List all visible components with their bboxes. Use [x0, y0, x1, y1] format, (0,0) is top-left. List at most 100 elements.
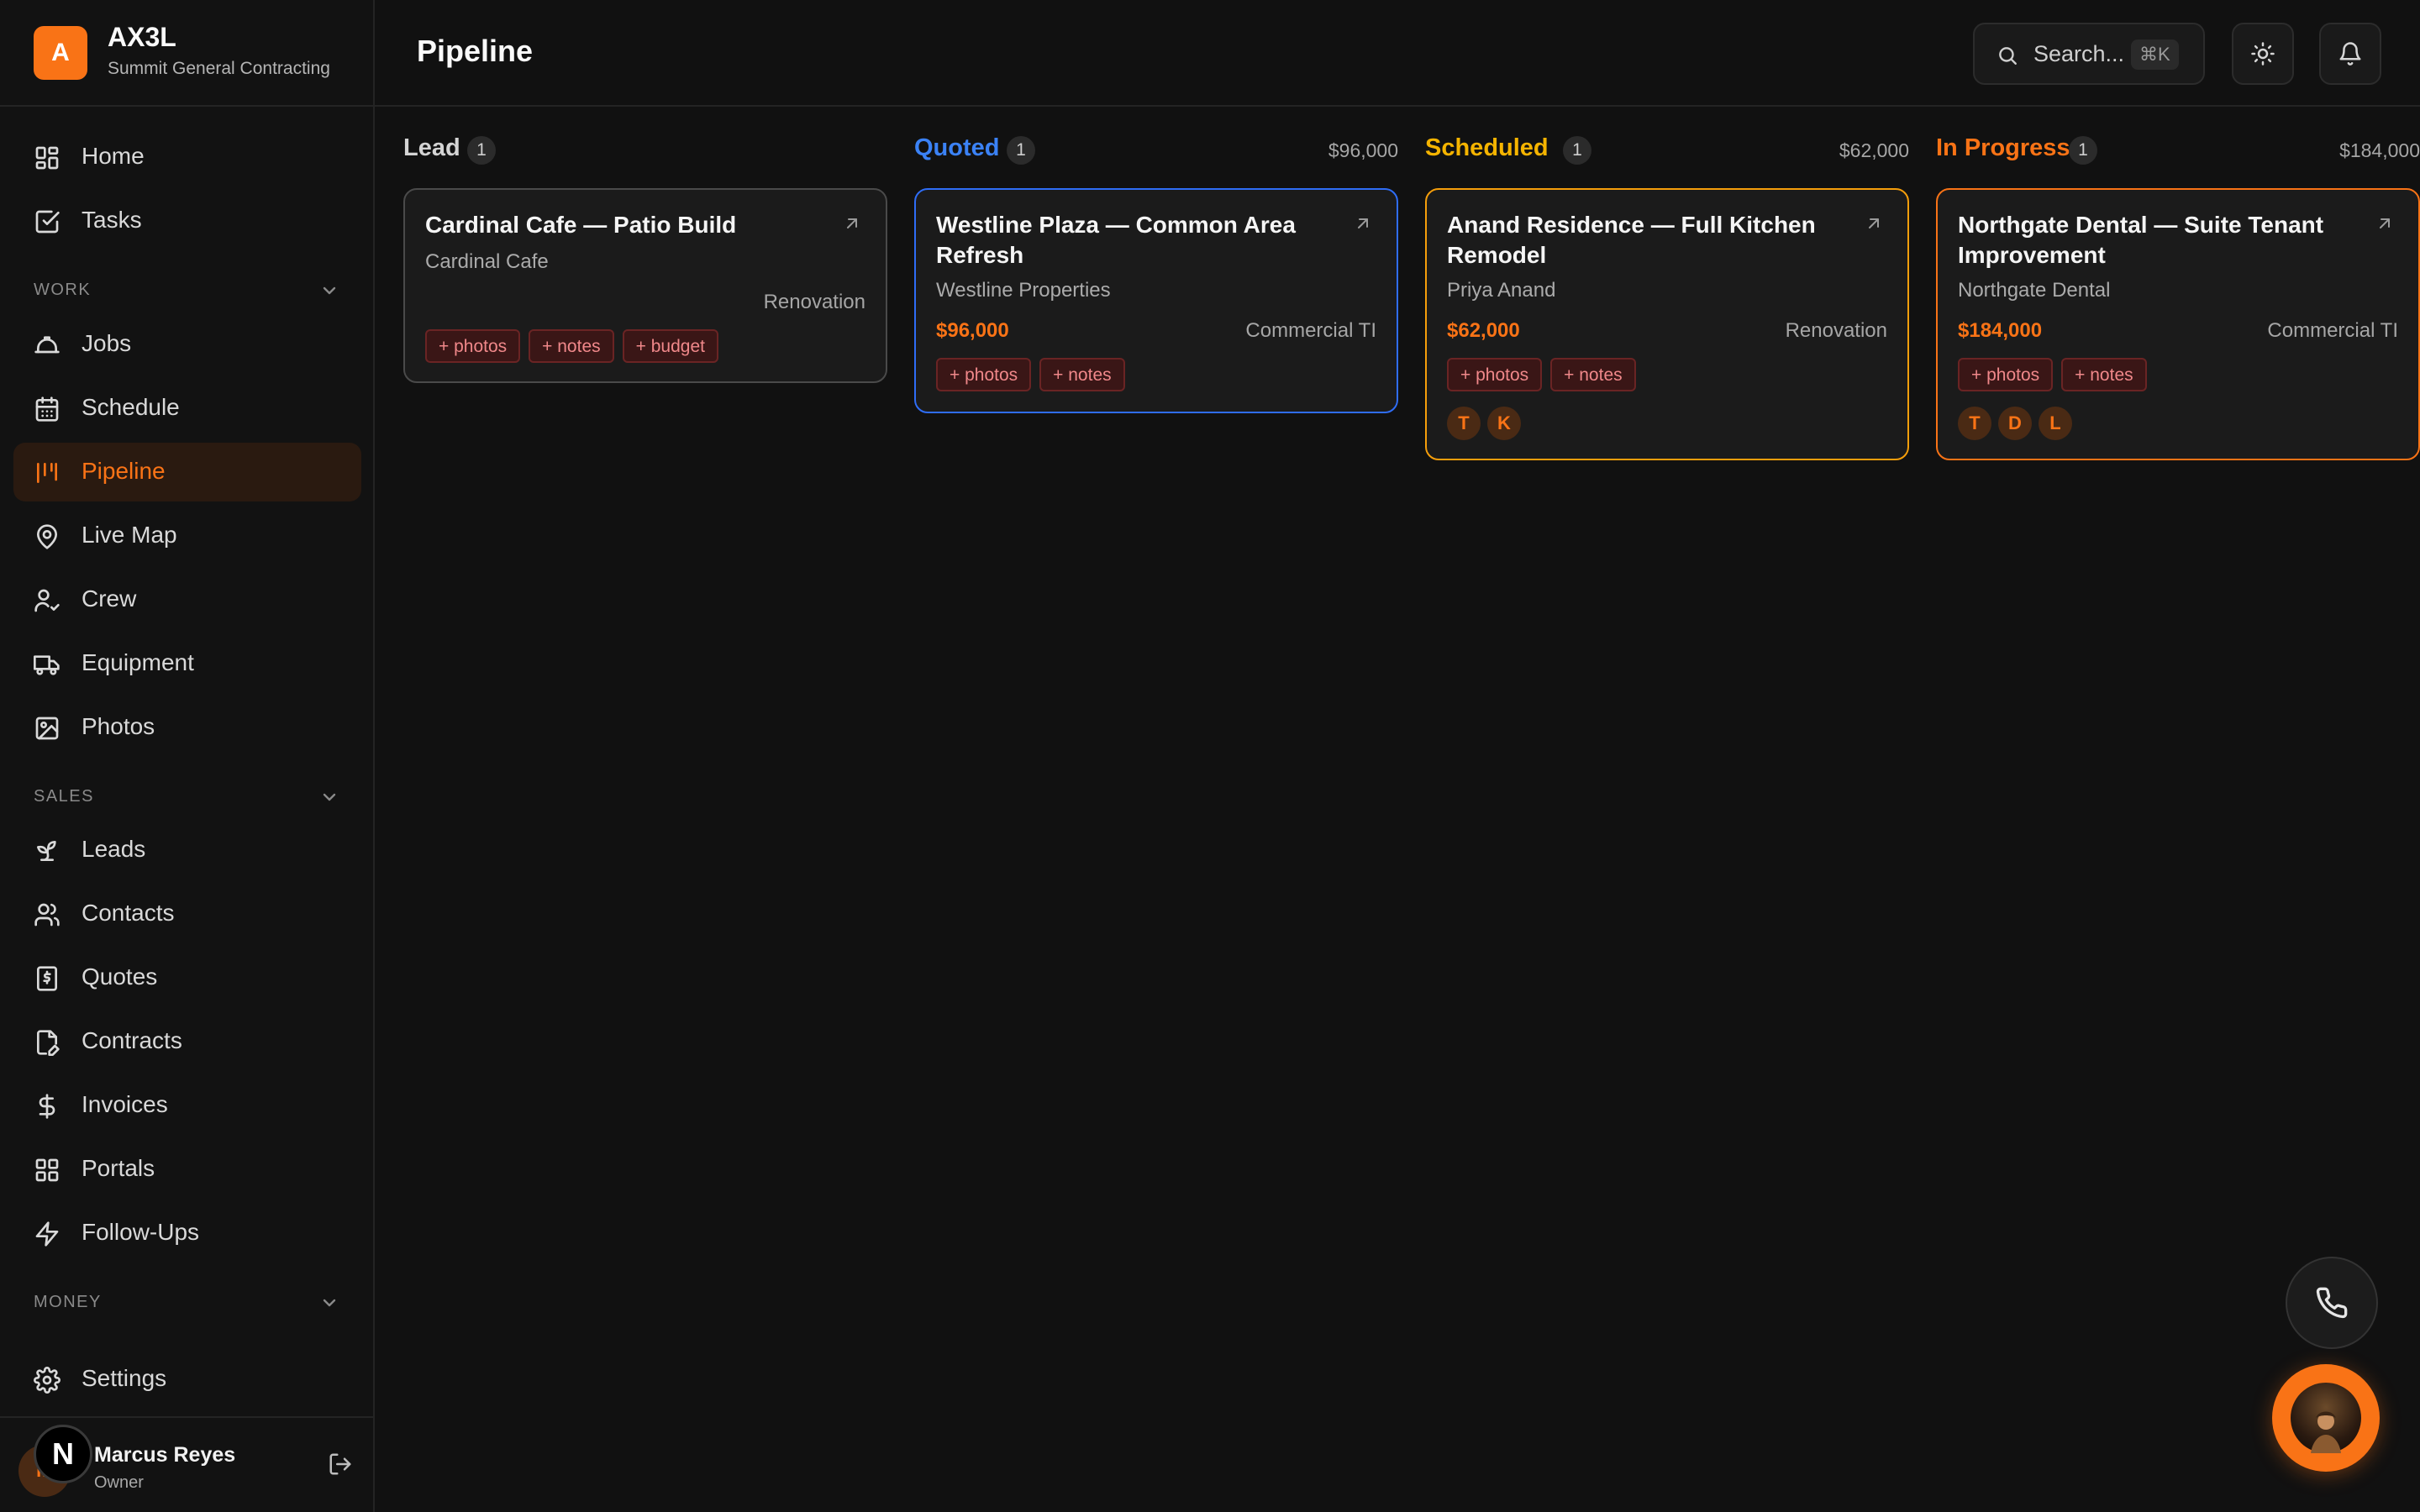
column-lead: Lead 1 Cardinal Cafe — Patio Build Cardi… [403, 134, 887, 383]
logout-icon[interactable] [328, 1452, 356, 1480]
sidebar-item-leads[interactable]: Leads [13, 821, 361, 879]
card-title: Westline Plaza — Common Area Refresh [936, 212, 1296, 268]
open-external-icon[interactable] [1864, 213, 1886, 235]
sidebar-item-portals[interactable]: Portals [13, 1140, 361, 1199]
card-title: Northgate Dental — Suite Tenant Improvem… [1958, 212, 2324, 268]
open-external-icon[interactable] [1353, 213, 1375, 235]
sidebar-item-quotes[interactable]: Quotes [13, 948, 361, 1007]
search-shortcut: ⌘K [2131, 39, 2179, 70]
column-quoted: Quoted 1 $96,000 Westline Plaza — Common… [914, 134, 1398, 413]
dev-tools-badge[interactable]: N [34, 1425, 92, 1483]
deal-card[interactable]: Northgate Dental — Suite Tenant Improvem… [1936, 188, 2420, 460]
sidebar-item-contracts[interactable]: Contracts [13, 1012, 361, 1071]
column-header: Lead 1 [403, 134, 887, 168]
sidebar: A AX3L Summit General Contracting Home T… [0, 0, 375, 1512]
sidebar-item-label: Contacts [82, 900, 175, 926]
top-header: Pipeline Search... ⌘K [375, 0, 2420, 107]
notifications-button[interactable] [2319, 23, 2381, 85]
chevron-down-icon[interactable] [319, 281, 339, 301]
sidebar-item-photos[interactable]: Photos [13, 698, 361, 757]
crew-avatar[interactable]: T [1958, 407, 1991, 440]
sidebar-item-label: Quotes [82, 963, 158, 990]
add-notes-tag[interactable]: + notes [529, 329, 614, 363]
sidebar-item-label: Crew [82, 585, 137, 612]
crew-avatar[interactable]: L [2039, 407, 2072, 440]
chevron-down-icon[interactable] [319, 1293, 339, 1313]
add-photos-tag[interactable]: + photos [425, 329, 521, 363]
crew-avatar[interactable]: D [1998, 407, 2032, 440]
column-header: Quoted 1 $96,000 [914, 134, 1398, 168]
sidebar-item-settings[interactable]: Settings [13, 1350, 361, 1409]
sidebar-item-label: Live Map [82, 522, 177, 548]
card-client: Westline Properties [936, 279, 1111, 302]
assistant-avatar-icon [2291, 1383, 2361, 1453]
sidebar-item-label: Equipment [82, 649, 194, 675]
search-input[interactable]: Search... ⌘K [1973, 23, 2205, 85]
sidebar-item-label: Follow-Ups [82, 1219, 200, 1245]
sidebar-item-jobs[interactable]: Jobs [13, 315, 361, 374]
card-tags: + photos + notes [936, 358, 1125, 391]
column-title: Scheduled [1425, 134, 1549, 161]
card-amount: $62,000 [1447, 319, 1520, 342]
user-profile[interactable]: M N Marcus Reyes Owner [0, 1416, 373, 1512]
company-name: Summit General Contracting [108, 59, 330, 78]
phone-icon [2316, 1287, 2348, 1319]
sidebar-item-tasks[interactable]: Tasks [13, 192, 361, 250]
brand-name: AX3L [108, 22, 176, 52]
deal-card[interactable]: Westline Plaza — Common Area Refresh Wes… [914, 188, 1398, 413]
card-title: Anand Residence — Full Kitchen Remodel [1447, 212, 1816, 268]
sidebar-item-follow-ups[interactable]: Follow-Ups [13, 1204, 361, 1263]
crew-avatars: T D L [1958, 407, 2072, 440]
sidebar-item-crew[interactable]: Crew [13, 570, 361, 629]
column-count-badge: 1 [2069, 136, 2097, 165]
truck-icon [34, 651, 60, 678]
column-scheduled: Scheduled 1 $62,000 Anand Residence — Fu… [1425, 134, 1909, 460]
gear-icon [34, 1367, 60, 1394]
search-icon [1996, 45, 2020, 68]
sidebar-item-home[interactable]: Home [13, 128, 361, 186]
sun-icon [2251, 42, 2275, 66]
add-photos-tag[interactable]: + photos [1447, 358, 1543, 391]
sidebar-item-invoices[interactable]: Invoices [13, 1076, 361, 1135]
column-total: $62,000 [1839, 139, 1909, 161]
column-total: $184,000 [2339, 139, 2420, 161]
open-external-icon[interactable] [842, 213, 864, 235]
section-money-label: MONEY [34, 1293, 102, 1311]
column-count-badge: 1 [467, 136, 496, 165]
calendar-icon [34, 396, 60, 423]
add-photos-tag[interactable]: + photos [1958, 358, 2054, 391]
map-pin-icon [34, 523, 60, 550]
section-work-label: WORK [34, 281, 92, 299]
open-external-icon[interactable] [2375, 213, 2396, 235]
column-title: Lead [403, 134, 460, 161]
column-title: In Progress [1936, 134, 2070, 161]
add-notes-tag[interactable]: + notes [2061, 358, 2147, 391]
deal-card[interactable]: Anand Residence — Full Kitchen Remodel P… [1425, 188, 1909, 460]
theme-toggle-button[interactable] [2232, 23, 2294, 85]
add-budget-tag[interactable]: + budget [622, 329, 718, 363]
crew-avatar[interactable]: K [1487, 407, 1521, 440]
call-button[interactable] [2286, 1257, 2378, 1349]
card-client: Northgate Dental [1958, 279, 2111, 302]
column-title: Quoted [914, 134, 1000, 161]
chevron-down-icon[interactable] [319, 787, 339, 807]
sidebar-item-live-map[interactable]: Live Map [13, 507, 361, 565]
image-icon [34, 715, 60, 742]
ai-assistant-button[interactable] [2272, 1364, 2380, 1472]
add-photos-tag[interactable]: + photos [936, 358, 1032, 391]
crew-avatar[interactable]: T [1447, 407, 1481, 440]
checkbox-icon [34, 208, 60, 235]
sidebar-item-pipeline[interactable]: Pipeline [13, 443, 361, 501]
card-job-type: Renovation [1785, 319, 1887, 342]
users-icon [34, 901, 60, 928]
sidebar-item-equipment[interactable]: Equipment [13, 634, 361, 693]
add-notes-tag[interactable]: + notes [1550, 358, 1636, 391]
card-amount: $184,000 [1958, 319, 2043, 342]
brand-logo[interactable]: A [34, 26, 87, 80]
deal-card[interactable]: Cardinal Cafe — Patio Build Cardinal Caf… [403, 188, 887, 383]
sidebar-item-contacts[interactable]: Contacts [13, 885, 361, 943]
sidebar-item-label: Photos [82, 713, 155, 739]
sidebar-item-label: Settings [82, 1365, 167, 1391]
add-notes-tag[interactable]: + notes [1039, 358, 1125, 391]
sidebar-item-schedule[interactable]: Schedule [13, 379, 361, 438]
